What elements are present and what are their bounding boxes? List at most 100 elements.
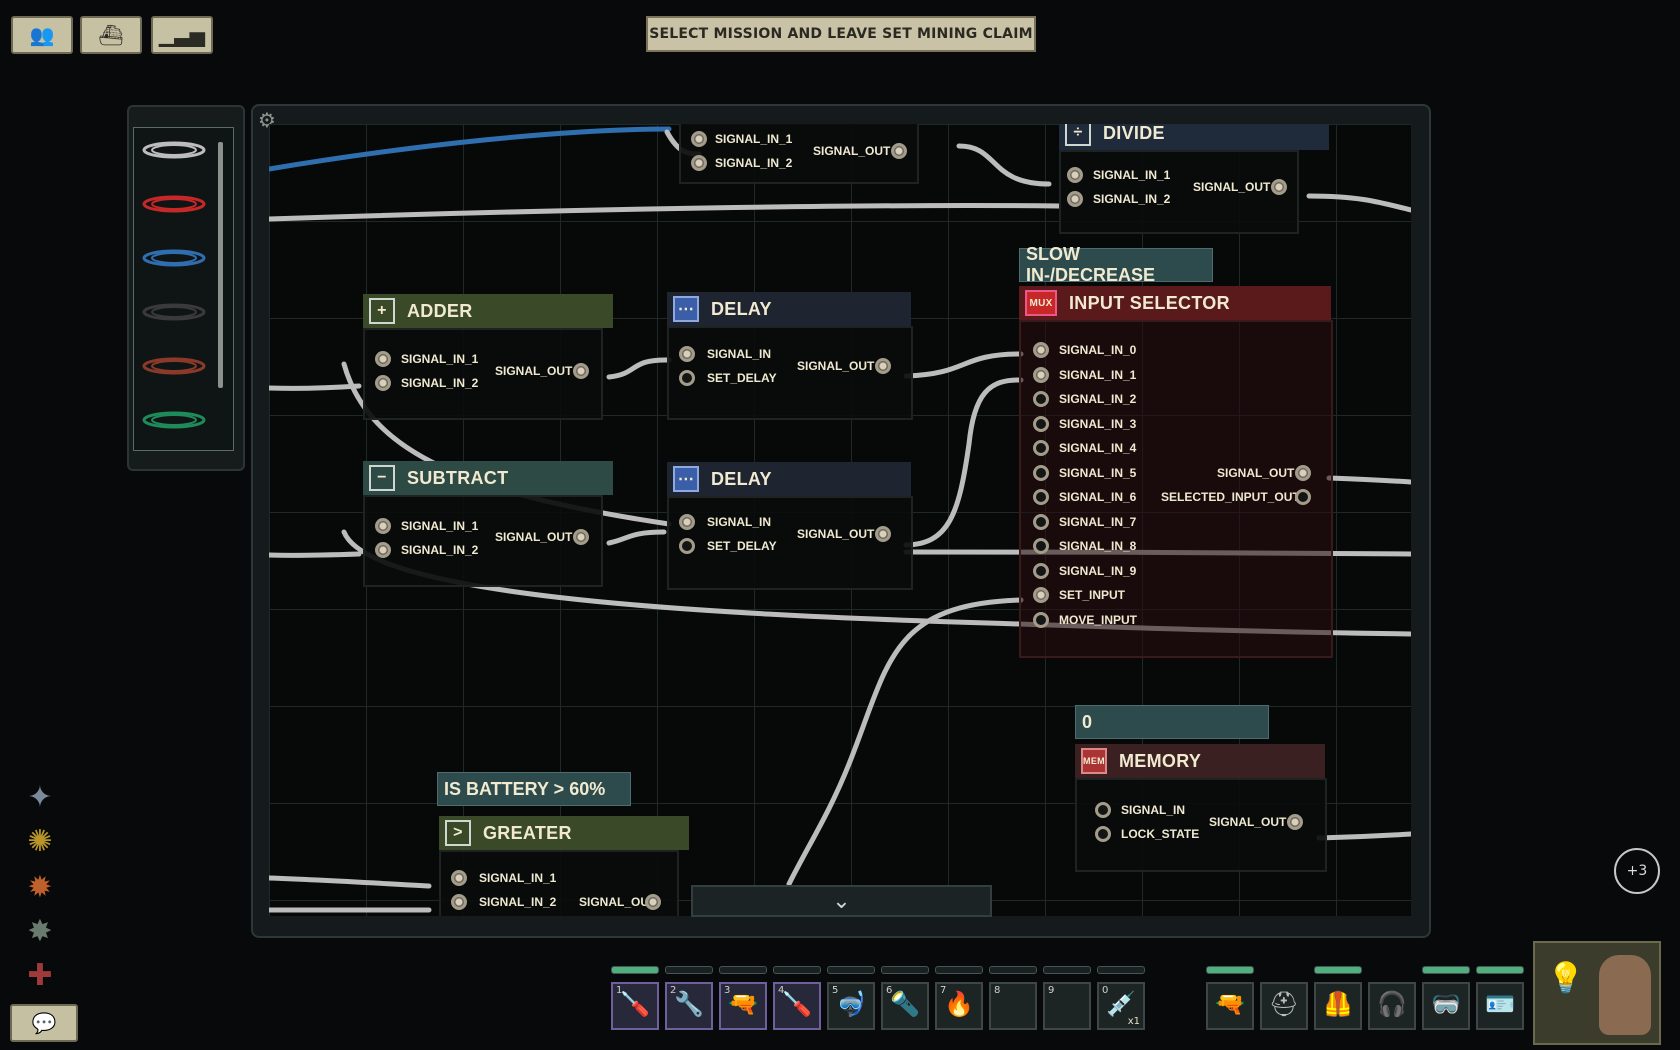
- pin-socket[interactable]: [1033, 464, 1049, 481]
- wire[interactable]: [269, 203, 1062, 222]
- input-selector-header[interactable]: MUX INPUT SELECTOR: [1019, 286, 1331, 320]
- equipment-slot[interactable]: ⛑: [1260, 982, 1308, 1030]
- pin-socket[interactable]: [451, 870, 467, 886]
- wire-coil[interactable]: [142, 140, 206, 160]
- pin-socket[interactable]: [1067, 191, 1083, 207]
- pin-socket[interactable]: [451, 894, 467, 910]
- wire-coil[interactable]: [142, 194, 206, 214]
- pin-socket[interactable]: [891, 143, 907, 159]
- reputation-button[interactable]: ▁▃▅: [151, 16, 213, 54]
- wire[interactable]: [786, 597, 1024, 887]
- wire-coil[interactable]: [142, 248, 206, 268]
- pin-socket[interactable]: [691, 131, 707, 147]
- pin-socket[interactable]: [573, 363, 589, 379]
- collapse-button[interactable]: ⌄: [691, 885, 992, 917]
- pin-socket[interactable]: [1095, 802, 1111, 818]
- pin-socket[interactable]: [1067, 167, 1083, 183]
- greater-node[interactable]: > GREATER SIGNAL_IN_1 SIGNAL_IN_2 SIGNAL_…: [439, 816, 689, 916]
- pin-socket[interactable]: [375, 351, 391, 367]
- delay-header[interactable]: ⋯ DELAY: [667, 292, 911, 326]
- wire-list-scrollbar[interactable]: [218, 142, 223, 388]
- hotbar-slot[interactable]: 0 💉 x1: [1097, 982, 1145, 1030]
- pin-socket[interactable]: [1033, 538, 1049, 554]
- pin-socket[interactable]: [679, 514, 695, 530]
- hotbar-slot[interactable]: 4 🪛: [773, 982, 821, 1030]
- character-portrait[interactable]: 💡: [1533, 941, 1661, 1045]
- wire-blue[interactable]: [269, 126, 672, 172]
- chat-button[interactable]: 💬: [10, 1004, 78, 1042]
- pin-socket[interactable]: [1033, 366, 1049, 383]
- pin-socket[interactable]: [1287, 814, 1303, 830]
- pin-socket[interactable]: [1295, 465, 1311, 481]
- equipment-slot[interactable]: 🔫: [1206, 982, 1254, 1030]
- pin-socket[interactable]: [1033, 562, 1049, 579]
- pin-socket[interactable]: [1033, 342, 1049, 358]
- pin-socket[interactable]: [1033, 587, 1049, 603]
- submarine-button[interactable]: ⛴: [80, 16, 142, 54]
- wiring-canvas[interactable]: SIGNAL_IN_1 SIGNAL_IN_2 SIGNAL_OUT ÷ DIVI…: [269, 124, 1411, 916]
- equipment-slot[interactable]: 🎧: [1368, 982, 1416, 1030]
- pin-socket[interactable]: [1033, 489, 1049, 505]
- pin-socket[interactable]: [1095, 826, 1111, 842]
- wire[interactable]: [903, 377, 1024, 548]
- wire-coil[interactable]: [142, 410, 206, 430]
- pin-socket[interactable]: [679, 346, 695, 362]
- hotbar-slot[interactable]: 1 🪛: [611, 982, 659, 1030]
- pin-socket[interactable]: [1295, 489, 1311, 505]
- wire[interactable]: [606, 357, 672, 380]
- hotbar-slot[interactable]: 3 🔫: [719, 982, 767, 1030]
- objective-banner[interactable]: SELECT MISSION AND LEAVE SET MINING CLAI…: [646, 16, 1036, 52]
- crew-button[interactable]: 👥: [11, 16, 73, 54]
- skill-icon[interactable]: ✦: [20, 778, 60, 818]
- pin-socket[interactable]: [1271, 179, 1287, 195]
- wire-coil[interactable]: [142, 356, 206, 376]
- pin-socket[interactable]: [1033, 415, 1049, 432]
- input-selector-node[interactable]: MUX INPUT SELECTOR SIGNAL_IN_0 SIGNAL_IN_1…: [1019, 286, 1333, 658]
- wire[interactable]: [903, 351, 1024, 379]
- hotbar-slot[interactable]: 8: [989, 982, 1037, 1030]
- skill-icon[interactable]: ✹: [20, 868, 60, 908]
- wire[interactable]: [269, 383, 362, 391]
- subtract-node[interactable]: − SUBTRACT SIGNAL_IN_1 SIGNAL_IN_2 SIGNAL…: [363, 461, 613, 591]
- greater-header[interactable]: > GREATER: [439, 816, 689, 850]
- pin-socket[interactable]: [375, 518, 391, 534]
- signal-component-top[interactable]: SIGNAL_IN_1 SIGNAL_IN_2 SIGNAL_OUT: [679, 124, 959, 184]
- wire[interactable]: [269, 551, 362, 558]
- equipment-slot[interactable]: 🦺: [1314, 982, 1362, 1030]
- delay-node[interactable]: ⋯ DELAY SIGNAL_IN SET_DELAY SIGNAL_OUT: [667, 462, 913, 592]
- pin-socket[interactable]: [645, 894, 661, 910]
- wire[interactable]: [269, 875, 432, 889]
- equipment-slot[interactable]: 🥽: [1422, 982, 1470, 1030]
- divide-node[interactable]: ÷ DIVIDE SIGNAL_IN_1 SIGNAL_IN_2 SIGNAL_O…: [1059, 124, 1329, 236]
- wire[interactable]: [606, 529, 667, 546]
- adder-header[interactable]: + ADDER: [363, 294, 613, 328]
- equipment-slot[interactable]: 🪪: [1476, 982, 1524, 1030]
- memory-node[interactable]: MEM MEMORY SIGNAL_IN LOCK_STATE SIGNAL_OU…: [1075, 744, 1327, 874]
- hotbar-slot[interactable]: 6 🔦: [881, 982, 929, 1030]
- pin-socket[interactable]: [679, 538, 695, 554]
- wire[interactable]: [956, 143, 1052, 187]
- pin-socket[interactable]: [875, 526, 891, 542]
- pin-socket[interactable]: [1033, 611, 1049, 628]
- hotbar-slot[interactable]: 7 🔥: [935, 982, 983, 1030]
- pin-socket[interactable]: [1033, 391, 1049, 407]
- delay-node[interactable]: ⋯ DELAY SIGNAL_IN SET_DELAY SIGNAL_OUT: [667, 292, 913, 422]
- delay-header[interactable]: ⋯ DELAY: [667, 462, 911, 496]
- subtract-header[interactable]: − SUBTRACT: [363, 461, 613, 495]
- hotbar-slot[interactable]: 2 🔧: [665, 982, 713, 1030]
- hotbar-slot[interactable]: 9: [1043, 982, 1091, 1030]
- pin-socket[interactable]: [1033, 440, 1049, 456]
- divide-header[interactable]: ÷ DIVIDE: [1059, 124, 1329, 150]
- notification-badge[interactable]: +3: [1614, 848, 1660, 894]
- skill-icon[interactable]: ✸: [20, 912, 60, 952]
- wire[interactable]: [1326, 475, 1411, 485]
- memory-header[interactable]: MEM MEMORY: [1075, 744, 1325, 778]
- hotbar-slot[interactable]: 5 🤿: [827, 982, 875, 1030]
- wire-coil[interactable]: [142, 302, 206, 322]
- pin-socket[interactable]: [375, 375, 391, 391]
- component-label[interactable]: 0: [1075, 705, 1269, 739]
- wire[interactable]: [1316, 831, 1411, 841]
- pin-socket[interactable]: [375, 542, 391, 558]
- component-label[interactable]: IS BATTERY > 60%: [437, 772, 631, 806]
- pin-socket[interactable]: [875, 358, 891, 374]
